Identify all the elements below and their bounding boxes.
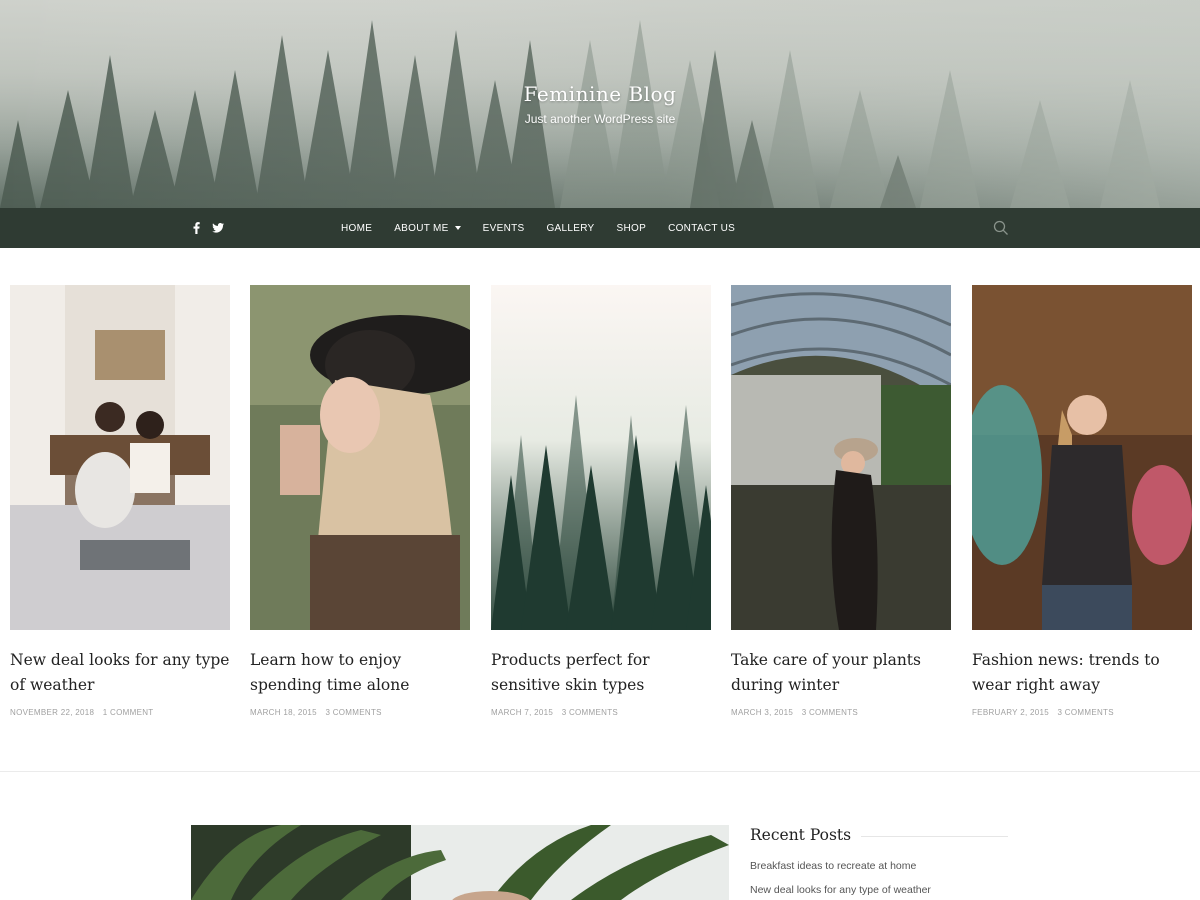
post-thumbnail[interactable]: [731, 285, 951, 630]
site-title[interactable]: Feminine Blog: [0, 82, 1200, 106]
post-date: MARCH 18, 2015: [250, 708, 317, 717]
post-comments-link[interactable]: 3 COMMENTS: [1058, 708, 1114, 717]
facebook-icon[interactable]: [190, 221, 202, 235]
post-meta: NOVEMBER 22, 2018 1 COMMENT: [10, 708, 230, 717]
nav-item-label: CONTACT US: [668, 222, 736, 234]
sidebar: Recent Posts Breakfast ideas to recreate…: [750, 826, 1008, 900]
post-meta: MARCH 7, 2015 3 COMMENTS: [491, 708, 711, 717]
post-meta: MARCH 18, 2015 3 COMMENTS: [250, 708, 470, 717]
post-title[interactable]: New deal looks for any type of weather: [10, 648, 230, 698]
recent-post-link[interactable]: New deal looks for any type of weather: [750, 884, 1008, 896]
twitter-icon[interactable]: [212, 221, 224, 235]
post-thumbnail[interactable]: [491, 285, 711, 630]
nav-item-home[interactable]: HOME: [341, 223, 372, 234]
post-date: NOVEMBER 22, 2018: [10, 708, 95, 717]
featured-post-image[interactable]: [191, 825, 729, 900]
nav-item-events[interactable]: EVENTS: [483, 223, 525, 234]
post-title[interactable]: Products perfect for sensitive skin type…: [491, 648, 711, 698]
post-thumbnail[interactable]: [250, 285, 470, 630]
post-title[interactable]: Take care of your plants during winter: [731, 648, 951, 698]
post-thumbnail[interactable]: [10, 285, 230, 630]
recent-posts-title: Recent Posts: [750, 826, 852, 844]
search-icon[interactable]: [993, 220, 1011, 238]
post-meta: MARCH 3, 2015 3 COMMENTS: [731, 708, 951, 717]
recent-post-link[interactable]: Breakfast ideas to recreate at home: [750, 860, 1008, 872]
post-card: Fashion news: trends to wear right away …: [972, 285, 1192, 717]
nav-item-label: ABOUT ME: [394, 222, 449, 234]
post-card: Learn how to enjoy spending time alone M…: [250, 285, 470, 717]
nav-item-contact-us[interactable]: CONTACT US: [668, 223, 735, 234]
post-card: Take care of your plants during winter M…: [731, 285, 951, 717]
nav-item-label: HOME: [341, 222, 373, 234]
post-comments-link[interactable]: 3 COMMENTS: [325, 708, 381, 717]
nav-item-label: GALLERY: [546, 222, 595, 234]
post-date: FEBRUARY 2, 2015: [972, 708, 1049, 717]
main-navigation: HOME ABOUT ME EVENTS GALLERY SHOP CONTAC…: [0, 208, 1200, 248]
post-meta: FEBRUARY 2, 2015 3 COMMENTS: [972, 708, 1192, 717]
primary-menu: HOME ABOUT ME EVENTS GALLERY SHOP CONTAC…: [341, 208, 757, 248]
post-title[interactable]: Fashion news: trends to wear right away: [972, 648, 1192, 698]
nav-item-about-me[interactable]: ABOUT ME: [394, 222, 461, 234]
post-date: MARCH 3, 2015: [731, 708, 794, 717]
post-comments-link[interactable]: 1 COMMENT: [103, 708, 154, 717]
header-hero: Feminine Blog Just another WordPress sit…: [0, 0, 1200, 208]
recent-posts-list: Breakfast ideas to recreate at home New …: [750, 860, 1008, 896]
post-date: MARCH 7, 2015: [491, 708, 554, 717]
post-comments-link[interactable]: 3 COMMENTS: [802, 708, 858, 717]
nav-item-gallery[interactable]: GALLERY: [546, 223, 594, 234]
social-links: [190, 220, 224, 236]
nav-item-label: SHOP: [616, 222, 647, 234]
section-divider: [0, 771, 1200, 772]
post-card: Products perfect for sensitive skin type…: [491, 285, 711, 717]
caret-down-icon: [454, 226, 461, 230]
nav-item-shop[interactable]: SHOP: [617, 223, 647, 234]
post-card: New deal looks for any type of weather N…: [10, 285, 230, 717]
post-thumbnail[interactable]: [972, 285, 1192, 630]
widget-title-rule: [861, 835, 1008, 837]
post-comments-link[interactable]: 3 COMMENTS: [562, 708, 618, 717]
recent-posts-header: Recent Posts: [750, 826, 1008, 844]
post-title[interactable]: Learn how to enjoy spending time alone: [250, 648, 470, 698]
nav-item-label: EVENTS: [482, 222, 525, 234]
site-tagline: Just another WordPress site: [524, 112, 676, 126]
